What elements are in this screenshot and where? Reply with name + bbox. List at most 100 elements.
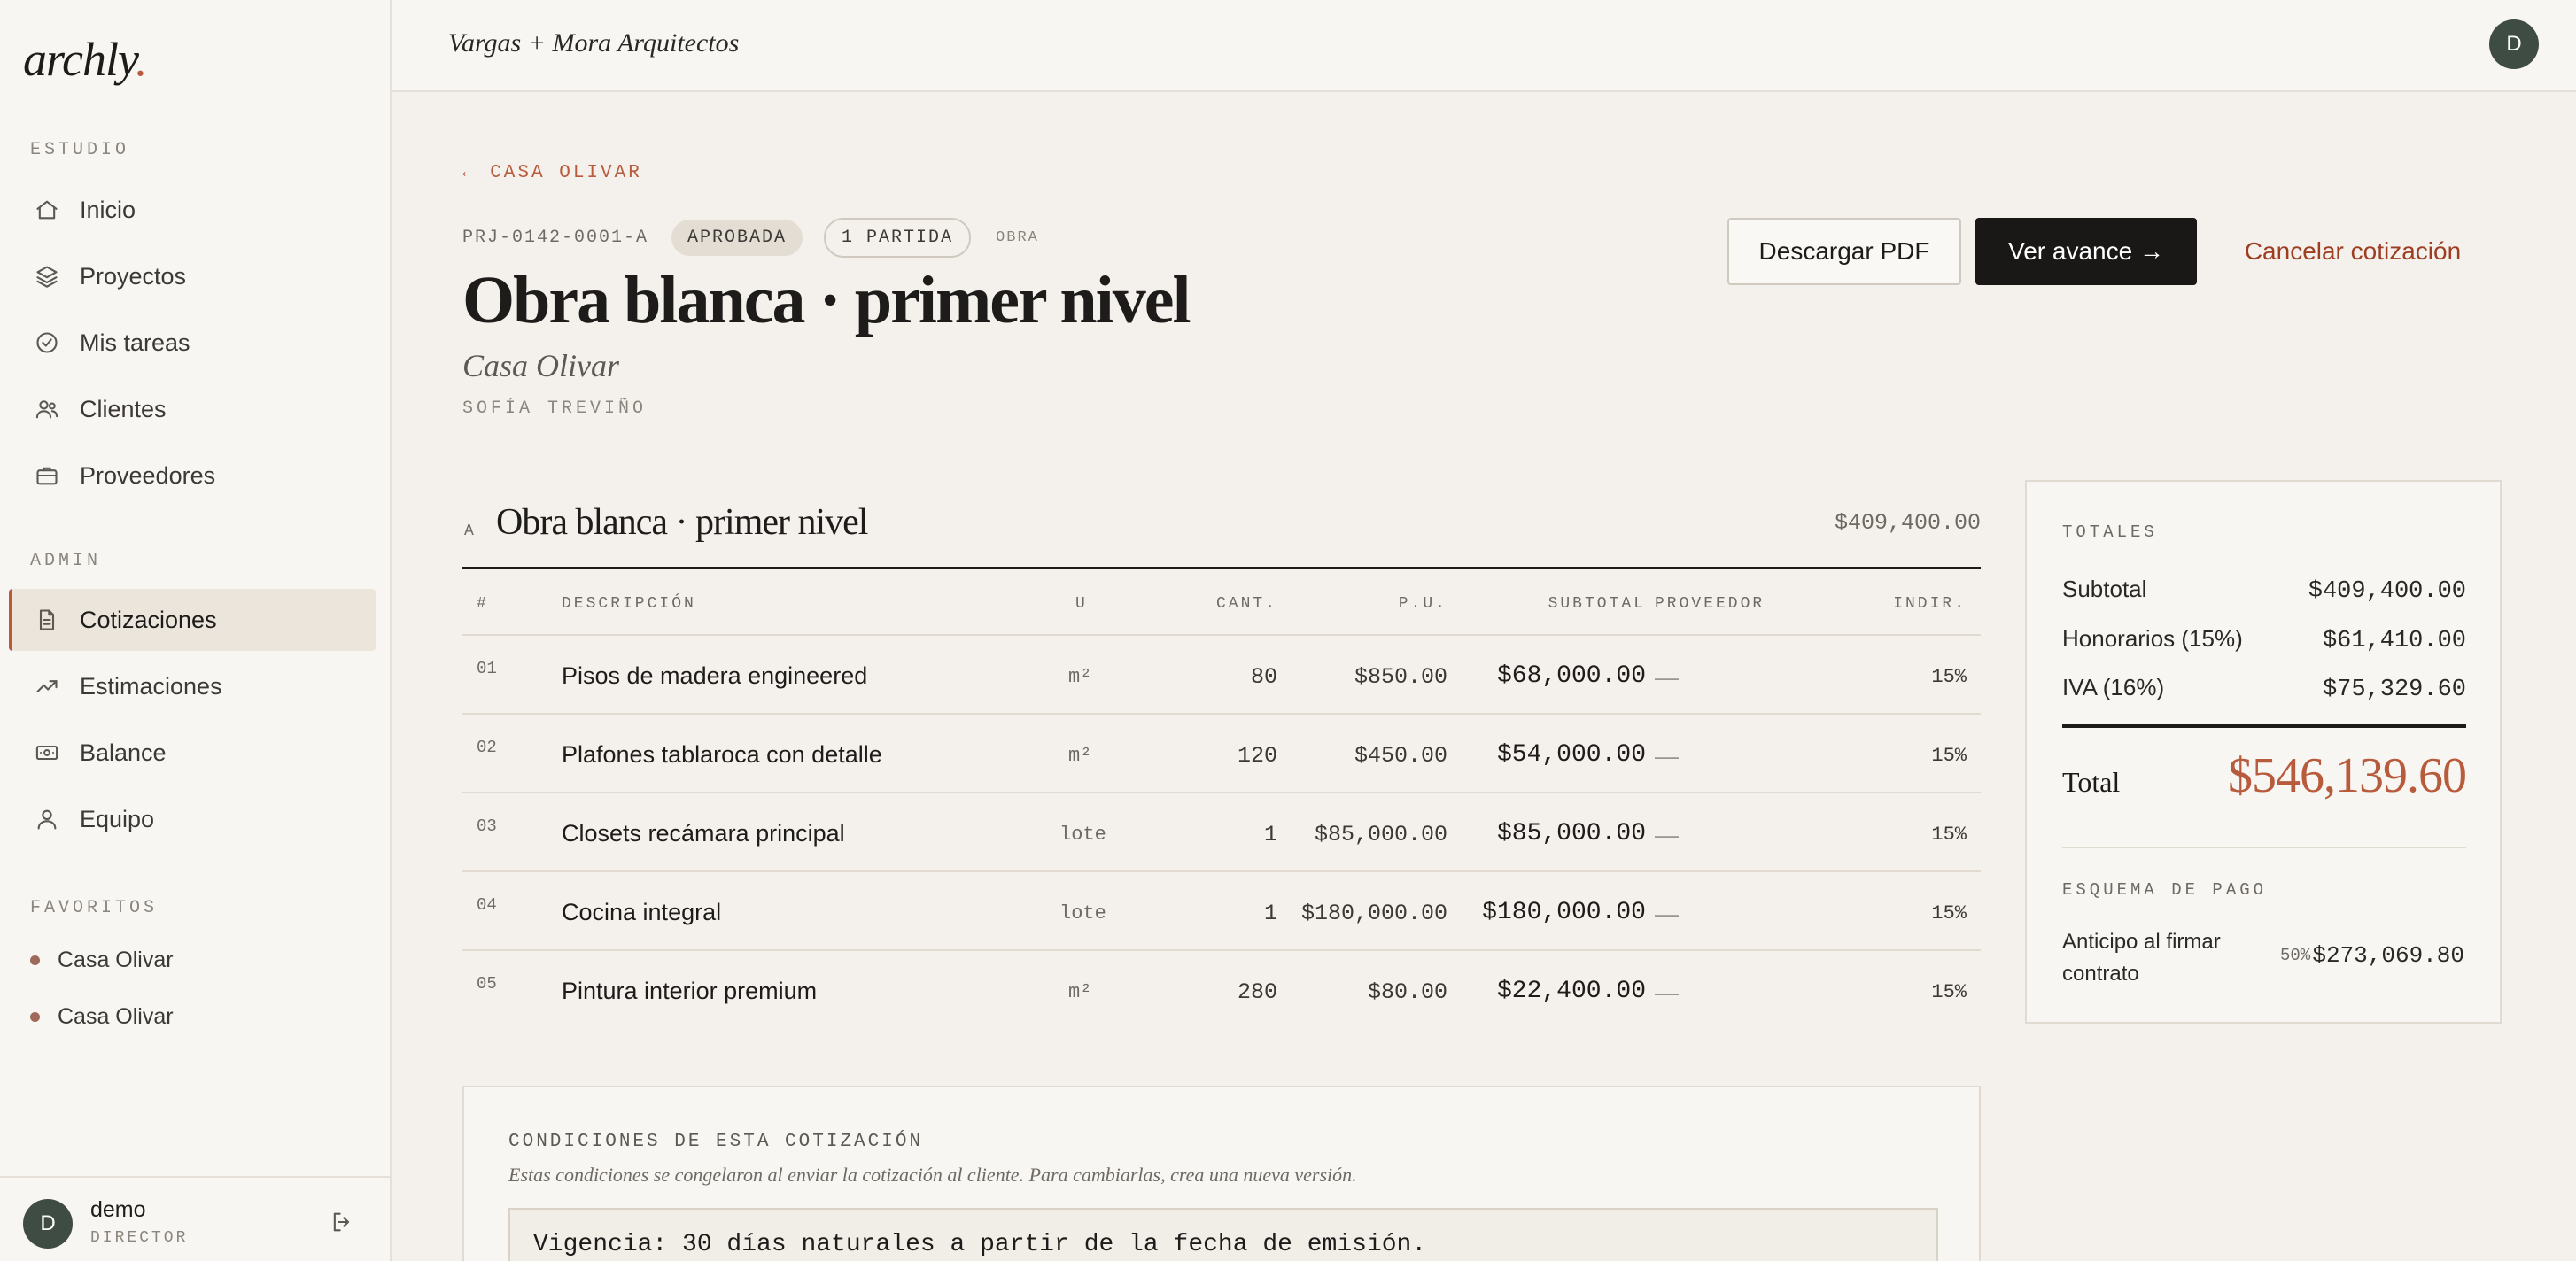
row-subtotal: $22,400.00	[1496, 978, 1646, 1005]
check-circle-icon	[34, 329, 60, 356]
cancel-quote-button[interactable]: Cancelar cotización	[2229, 218, 2477, 285]
fees-value: $61,410.00	[2322, 628, 2466, 654]
layers-icon	[34, 263, 60, 290]
tax-label: IVA (16%)	[2062, 674, 2165, 700]
row-unit: m²	[1068, 745, 1092, 767]
download-pdf-button[interactable]: Descargar PDF	[1727, 218, 1961, 285]
user-icon	[34, 806, 60, 832]
sidebar-item-clientes[interactable]: Clientes	[9, 378, 376, 440]
sidebar-item-label: Cotizaciones	[80, 606, 217, 633]
row-description: Closets recámara principal	[562, 820, 845, 847]
row-supplier: —	[1655, 743, 1679, 770]
col-subtotal: SUBTOTAL	[1548, 595, 1646, 613]
table-row[interactable]: 05 Pintura interior premium m² 280 $80.0…	[462, 951, 1981, 1030]
col-unit-price: P.U.	[1398, 595, 1447, 613]
line-items-table: # DESCRIPCIÓN U CANT. P.U. SUBTOTAL PROV…	[462, 569, 1981, 1030]
col-quantity: CANT.	[1215, 595, 1277, 613]
subtotal-value: $409,400.00	[2308, 578, 2466, 605]
row-number: 03	[477, 816, 497, 836]
sidebar-item-proveedores[interactable]: Proveedores	[9, 445, 376, 507]
bullet-dot-icon	[30, 955, 40, 965]
nav-section-estudio: ESTUDIO	[30, 140, 130, 160]
row-quantity: 1	[1263, 901, 1277, 926]
sidebar-item-label: Clientes	[80, 395, 167, 422]
row-unit-price: $180,000.00	[1300, 901, 1447, 926]
row-indirect: 15%	[1931, 981, 1967, 1003]
nav-section-admin: ADMIN	[30, 551, 102, 571]
user-name: demo	[90, 1197, 146, 1222]
sidebar: archly. ESTUDIO Inicio Proyectos Mis tar…	[0, 0, 392, 1261]
row-quantity: 280	[1237, 979, 1277, 1005]
fees-label: Honorarios (15%)	[2062, 625, 2243, 652]
row-number: 01	[477, 659, 497, 678]
view-progress-button[interactable]: Ver avance →	[1975, 218, 2197, 285]
totals-heading: TOTALES	[2062, 522, 2158, 542]
conditions-text: Vigencia: 30 días naturales a partir de …	[508, 1208, 1938, 1261]
row-description: Pisos de madera engineered	[562, 662, 868, 689]
row-indirect: 15%	[1931, 745, 1967, 767]
account-avatar[interactable]: D	[2489, 19, 2539, 69]
row-number: 04	[477, 895, 497, 915]
sidebar-item-inicio[interactable]: Inicio	[9, 179, 376, 241]
section-total: $409,400.00	[1834, 510, 1981, 536]
row-unit-price: $450.00	[1354, 743, 1447, 769]
sidebar-item-label: Mis tareas	[80, 329, 190, 356]
tax-value: $75,329.60	[2322, 677, 2466, 703]
grand-total-label: Total	[2062, 766, 2121, 798]
table-row[interactable]: 02 Plafones tablaroca con detalle m² 120…	[462, 715, 1981, 793]
row-unit-price: $850.00	[1354, 664, 1447, 690]
row-unit: lote	[1059, 902, 1106, 924]
sidebar-item-label: Equipo	[80, 805, 155, 832]
row-unit-price: $85,000.00	[1314, 822, 1447, 847]
quote-code: PRJ-0142-0001-A	[462, 228, 649, 248]
payment-label: Anticipo al firmar contrato	[2062, 930, 2221, 986]
section-title: Obra blanca · primer nivel	[496, 502, 868, 543]
nav-section-favoritos: FAVORITOS	[30, 898, 159, 918]
sidebar-item-cotizaciones[interactable]: Cotizaciones	[9, 589, 376, 651]
sidebar-item-equipo[interactable]: Equipo	[9, 788, 376, 850]
table-header: # DESCRIPCIÓN U CANT. P.U. SUBTOTAL PROV…	[462, 569, 1981, 636]
row-unit: lote	[1059, 824, 1106, 846]
sidebar-item-label: Inicio	[80, 196, 136, 223]
row-number: 02	[477, 738, 497, 757]
row-subtotal: $180,000.00	[1482, 899, 1646, 926]
back-link[interactable]: ← CASA OLIVAR	[462, 163, 642, 183]
row-description: Plafones tablaroca con detalle	[562, 741, 882, 768]
row-quantity: 120	[1237, 743, 1277, 769]
briefcase-icon	[34, 462, 60, 489]
table-row[interactable]: 04 Cocina integral lote 1 $180,000.00 $1…	[462, 872, 1981, 951]
project-name: Casa Olivar	[462, 348, 620, 383]
quote-type: OBRA	[996, 229, 1039, 246]
sidebar-item-label: Proveedores	[80, 461, 216, 489]
row-supplier: —	[1655, 901, 1679, 927]
bullet-dot-icon	[30, 1012, 40, 1022]
sidebar-item-proyectos[interactable]: Proyectos	[9, 245, 376, 307]
user-avatar[interactable]: D	[23, 1199, 73, 1249]
table-row[interactable]: 03 Closets recámara principal lote 1 $85…	[462, 793, 1981, 872]
favorite-item[interactable]: Casa Olivar	[30, 948, 174, 973]
favorite-item[interactable]: Casa Olivar	[30, 1004, 174, 1030]
favorite-label: Casa Olivar	[58, 1004, 174, 1029]
logout-icon[interactable]	[330, 1210, 356, 1236]
table-row[interactable]: 01 Pisos de madera engineered m² 80 $850…	[462, 636, 1981, 715]
row-subtotal: $85,000.00	[1496, 820, 1646, 847]
document-icon	[34, 607, 60, 633]
row-supplier: —	[1655, 664, 1679, 691]
sidebar-item-estimaciones[interactable]: Estimaciones	[9, 655, 376, 717]
user-profile: D demo DIRECTOR	[0, 1176, 390, 1261]
user-role: DIRECTOR	[90, 1229, 189, 1247]
col-number: #	[477, 595, 489, 613]
sidebar-item-label: Proyectos	[80, 262, 187, 290]
fees-line: Honorarios (15%) $61,410.00	[2062, 625, 2466, 654]
sidebar-item-mis-tareas[interactable]: Mis tareas	[9, 312, 376, 374]
payment-divider	[2062, 847, 2466, 848]
grand-total-value: $546,139.60	[2228, 748, 2467, 803]
trending-up-icon	[34, 673, 60, 700]
favorite-label: Casa Olivar	[58, 948, 174, 972]
app-logo[interactable]: archly.	[23, 32, 147, 87]
row-subtotal: $68,000.00	[1496, 662, 1646, 690]
sidebar-item-balance[interactable]: Balance	[9, 722, 376, 784]
sidebar-item-label: Estimaciones	[80, 672, 222, 700]
conditions-note: Estas condiciones se congelaron al envia…	[508, 1164, 1357, 1186]
col-description: DESCRIPCIÓN	[562, 595, 696, 613]
